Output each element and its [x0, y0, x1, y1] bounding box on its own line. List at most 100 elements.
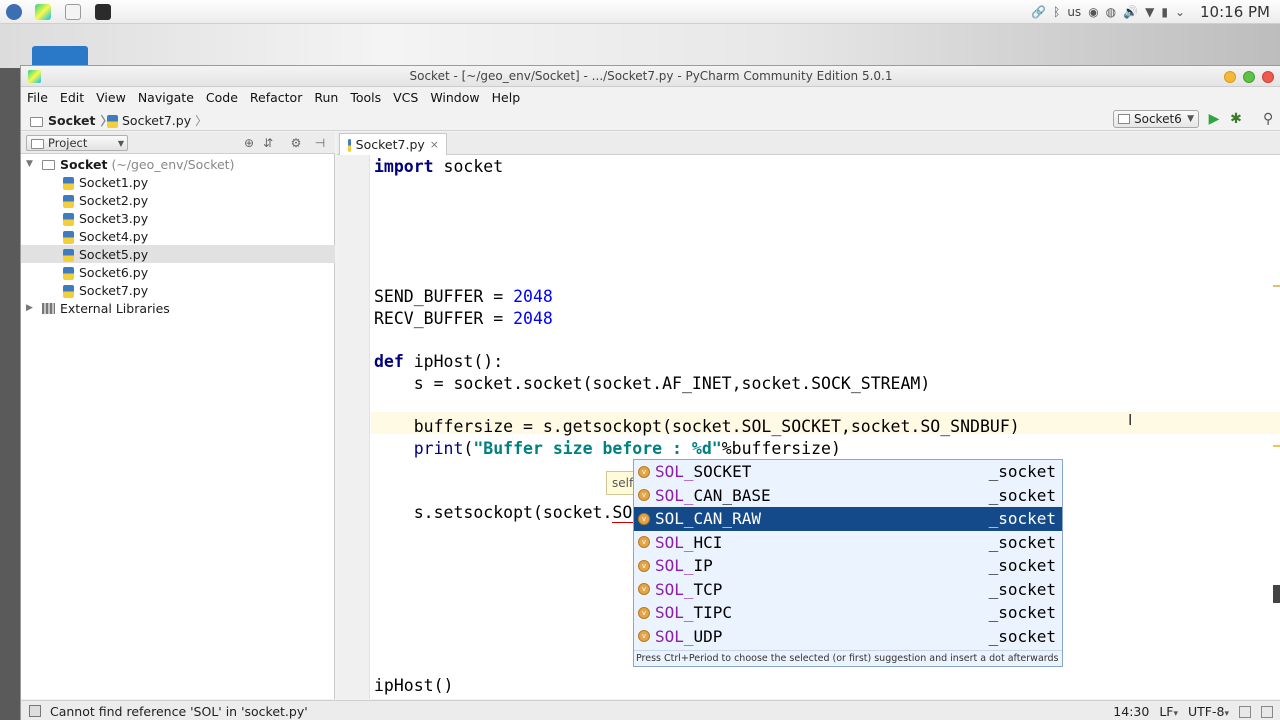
breadcrumb-project[interactable]: Socket 〉 [30, 112, 112, 129]
menu-refactor[interactable]: Refactor [244, 90, 308, 105]
desktop-top-panel: 🔗 ᛒ us ◉ ◍ 🔊 ▼ ▮ ⌄ 10:16 PM [0, 0, 1280, 24]
expand-arrow-icon[interactable]: ▶ [26, 303, 33, 313]
menu-help[interactable]: Help [486, 90, 527, 105]
scroll-from-source-icon[interactable]: ⊕ [242, 136, 256, 150]
tree-file-label: Socket4.py [79, 228, 149, 244]
pycharm-launcher-icon[interactable] [35, 4, 51, 20]
window-launcher-icon[interactable] [65, 4, 81, 20]
variable-icon: v [638, 630, 650, 643]
completion-item-selected[interactable]: v SOL_ CAN_RAW _socket [634, 507, 1062, 531]
tree-external-libraries[interactable]: ▶ External Libraries [21, 299, 335, 317]
warning-marker[interactable] [1273, 285, 1280, 287]
menu-window[interactable]: Window [424, 90, 485, 105]
tree-file-item[interactable]: Socket3.py [21, 209, 335, 227]
menu-edit[interactable]: Edit [54, 90, 90, 105]
project-view-select[interactable]: Project ▼ [26, 135, 128, 151]
line-separator-widget[interactable]: LF▾ [1159, 704, 1178, 719]
collapse-all-icon[interactable]: ⇵ [261, 136, 275, 150]
close-icon[interactable]: × [430, 138, 439, 151]
completion-footer-text: Press Ctrl+Period to choose the selected… [636, 653, 1059, 664]
menu-run[interactable]: Run [308, 90, 344, 105]
completion-item[interactable]: v SOL_ UDP _socket [634, 625, 1062, 649]
encoding-widget[interactable]: UTF-8▾ [1188, 704, 1229, 719]
inspector-icon[interactable] [1261, 705, 1273, 718]
completion-item[interactable]: v SOL_ SOCKET _socket [634, 460, 1062, 484]
tree-file-item[interactable]: Socket1.py [21, 173, 335, 191]
keyboard-layout-indicator[interactable]: us [1067, 5, 1081, 19]
breadcrumb-file[interactable]: Socket7.py 〉 [107, 112, 207, 129]
title-bar[interactable]: Socket - [~/geo_env/Socket] - .../Socket… [21, 66, 1280, 87]
debug-button[interactable]: ✱ [1228, 111, 1244, 127]
completion-source: _socket [988, 462, 1056, 482]
clock[interactable]: 10:16 PM [1200, 3, 1270, 21]
tree-file-item[interactable]: Socket2.py [21, 191, 335, 209]
completion-footer: Press Ctrl+Period to choose the selected… [634, 650, 1062, 666]
menu-navigate[interactable]: Navigate [132, 90, 200, 105]
chrome-icon[interactable]: ◉ [1088, 5, 1098, 19]
tree-file-item[interactable]: Socket4.py [21, 227, 335, 245]
tree-root-label: Socket [60, 156, 108, 172]
tool-window-toggle-icon[interactable] [29, 705, 41, 717]
paperclip-icon[interactable]: 🔗 [1031, 5, 1046, 19]
fedora-logo-icon[interactable] [6, 4, 22, 20]
tab-socket7[interactable]: Socket7.py × [339, 133, 447, 155]
code-line: print("Buffer size before : %d"%buffersi… [374, 439, 841, 458]
menu-code[interactable]: Code [200, 90, 244, 105]
hide-panel-icon[interactable]: ⊣ [313, 136, 327, 150]
battery-icon[interactable]: ▮ [1161, 5, 1168, 19]
gear-icon[interactable]: ⚙ [289, 136, 303, 150]
run-config-icon [1118, 114, 1130, 124]
tree-file-label: Socket7.py [79, 282, 149, 298]
run-button[interactable]: ▶ [1206, 111, 1222, 127]
menu-vcs[interactable]: VCS [387, 90, 424, 105]
tree-file-item-selected[interactable]: Socket5.py [21, 245, 335, 263]
scroll-thumb[interactable] [1273, 585, 1280, 603]
completion-source: _socket [988, 509, 1056, 529]
maximize-button[interactable] [1243, 71, 1255, 83]
completion-item[interactable]: v SOL_ HCI _socket [634, 531, 1062, 555]
tree-file-item[interactable]: Socket7.py [21, 281, 335, 299]
bluetooth-icon[interactable]: ᛒ [1053, 5, 1060, 19]
status-message: Cannot find reference 'SOL' in 'socket.p… [50, 704, 308, 719]
menu-file[interactable]: File [21, 90, 54, 105]
menu-bar: File Edit View Navigate Code Refactor Ru… [21, 87, 1280, 107]
warning-marker[interactable] [1273, 445, 1280, 447]
completion-prefix: SOL_ [655, 462, 694, 482]
wifi-icon[interactable]: ▼ [1145, 5, 1154, 19]
completion-source: _socket [988, 485, 1056, 505]
close-window-button[interactable] [1262, 71, 1274, 83]
error-stripe[interactable] [1273, 155, 1280, 699]
completion-source: _socket [988, 603, 1056, 623]
volume-icon[interactable]: 🔊 [1123, 5, 1138, 19]
chevron-down-icon[interactable]: ⌄ [1175, 5, 1185, 19]
completion-item[interactable]: v SOL_ TCP _socket [634, 578, 1062, 602]
terminal-launcher-icon[interactable] [95, 4, 111, 20]
completion-item[interactable]: v SOL_ TIPC _socket [634, 601, 1062, 625]
tree-file-label: Socket3.py [79, 210, 149, 226]
completion-item[interactable]: v SOL_ IP _socket [634, 554, 1062, 578]
completion-name: SOCKET [693, 462, 752, 482]
completion-name: TIPC [693, 603, 733, 623]
chevron-down-icon: ▼ [117, 138, 124, 148]
run-configuration-label: Socket6 [1134, 112, 1182, 126]
expand-arrow-icon[interactable]: ▼ [26, 159, 33, 169]
encoding-label: UTF-8 [1188, 704, 1225, 719]
menu-view[interactable]: View [90, 90, 132, 105]
update-icon[interactable]: ◍ [1106, 5, 1116, 19]
minimize-button[interactable] [1224, 71, 1236, 83]
run-configuration-select[interactable]: Socket6 ▼ [1113, 110, 1199, 128]
search-icon[interactable]: ⚲ [1263, 111, 1279, 127]
tree-file-item[interactable]: Socket6.py [21, 263, 335, 281]
lock-icon[interactable] [1239, 705, 1251, 718]
variable-icon: v [638, 536, 650, 549]
pycharm-window: Socket - [~/geo_env/Socket] - .../Socket… [20, 65, 1280, 720]
tree-root-socket[interactable]: ▼ Socket (~/geo_env/Socket) [21, 155, 335, 173]
tree-file-label: Socket6.py [79, 264, 149, 280]
completion-source: _socket [988, 626, 1056, 646]
breadcrumb-file-label: Socket7.py [122, 113, 192, 128]
completion-item[interactable]: v SOL_ CAN_BASE _socket [634, 484, 1062, 508]
variable-icon: v [638, 606, 650, 619]
caret-position[interactable]: 14:30 [1113, 704, 1149, 719]
menu-tools[interactable]: Tools [344, 90, 387, 105]
completion-prefix: SOL_ [655, 532, 694, 552]
